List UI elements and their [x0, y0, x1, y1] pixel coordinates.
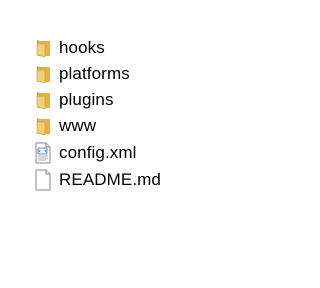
folder-label: plugins	[59, 90, 114, 109]
file-explorer-view: hooks platforms plugins www config.xml R…	[0, 0, 286, 288]
folder-item-platforms[interactable]: platforms	[33, 61, 161, 87]
folder-item-plugins[interactable]: plugins	[33, 87, 161, 113]
file-list: hooks platforms plugins www config.xml R…	[33, 35, 161, 193]
folder-item-hooks[interactable]: hooks	[33, 35, 161, 61]
folder-icon	[33, 116, 53, 136]
folder-label: platforms	[59, 64, 130, 83]
file-item-config-xml[interactable]: config.xml	[33, 139, 161, 167]
folder-icon	[33, 64, 53, 84]
folder-label: www	[59, 116, 97, 135]
folder-icon	[33, 38, 53, 58]
blank-file-icon	[33, 169, 53, 191]
folder-icon	[33, 90, 53, 110]
xml-file-icon	[33, 142, 53, 164]
folder-label: hooks	[59, 38, 105, 57]
file-label: README.md	[59, 170, 161, 189]
folder-item-www[interactable]: www	[33, 113, 161, 139]
file-label: config.xml	[59, 143, 137, 162]
file-item-readme-md[interactable]: README.md	[33, 167, 161, 193]
